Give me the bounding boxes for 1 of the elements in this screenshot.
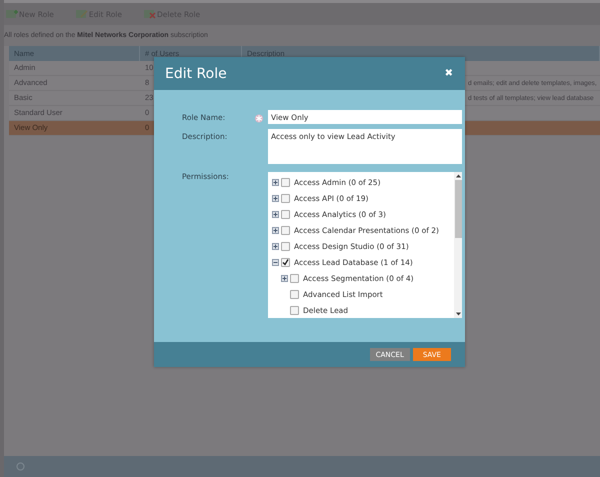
dialog-title: Edit Role [165, 66, 227, 82]
